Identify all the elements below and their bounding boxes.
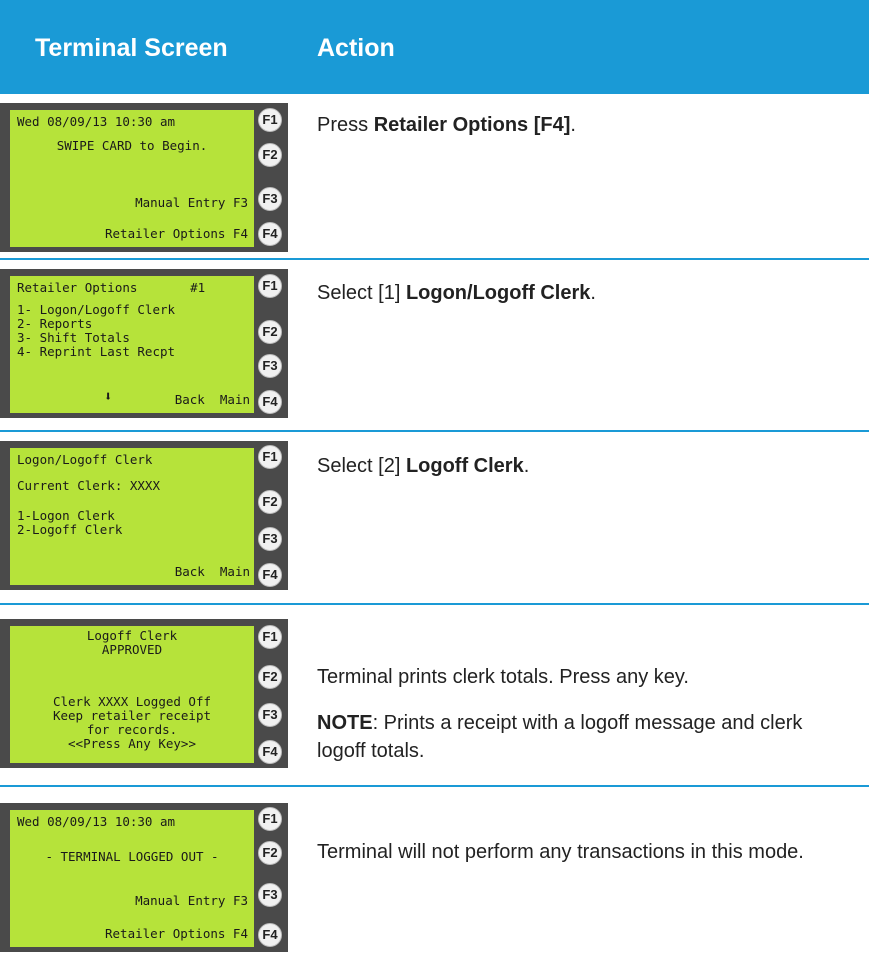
- lcd-line: Wed 08/09/13 10:30 am: [17, 814, 176, 829]
- action-prefix: Select [2]: [317, 455, 406, 477]
- action-prefix: Select [1]: [317, 282, 406, 304]
- action-text: Terminal will not perform any transactio…: [317, 838, 817, 866]
- f4-key[interactable]: F4: [258, 923, 282, 947]
- f3-key[interactable]: F3: [258, 703, 282, 727]
- action-emphasis: Logon/Logoff Clerk: [405, 282, 591, 304]
- lcd-line: Clerk XXXX Logged Off: [52, 694, 212, 709]
- step-row-3: Logon/Logoff Clerk Current Clerk: XXXX 1…: [0, 432, 869, 604]
- f1-key[interactable]: F1: [258, 625, 282, 649]
- lcd-line: Logoff Clerk: [86, 628, 178, 643]
- note-body: : Prints a receipt with a logoff message…: [317, 712, 803, 762]
- action-emphasis: Logoff Clerk: [405, 455, 524, 477]
- f2-key[interactable]: F2: [258, 490, 282, 514]
- f3-key[interactable]: F3: [258, 527, 282, 551]
- terminal-screen: Wed 08/09/13 10:30 am SWIPE CARD to Begi…: [0, 103, 288, 252]
- action-text: Terminal prints clerk totals. Press any …: [317, 663, 837, 691]
- lcd-line: Keep retailer receipt: [52, 708, 212, 723]
- lcd-line: Back Main: [174, 564, 250, 579]
- step-row-5: Wed 08/09/13 10:30 am - TERMINAL LOGGED …: [0, 787, 869, 960]
- f3-key[interactable]: F3: [258, 883, 282, 907]
- terminal-screen: Wed 08/09/13 10:30 am - TERMINAL LOGGED …: [0, 803, 288, 952]
- lcd-line: Logon/Logoff Clerk: [17, 452, 153, 467]
- table-header: Terminal Screen Action: [0, 0, 869, 94]
- action-prefix: Terminal will not perform any transactio…: [317, 841, 804, 863]
- lcd-line: 3- Shift Totals: [17, 330, 130, 345]
- action-suffix: .: [523, 455, 530, 477]
- f1-key[interactable]: F1: [258, 445, 282, 469]
- f4-key[interactable]: F4: [258, 222, 282, 246]
- column-header-action: Action: [317, 34, 395, 62]
- f2-key[interactable]: F2: [258, 841, 282, 865]
- note-label: NOTE: [317, 712, 373, 734]
- lcd-line: Manual Entry F3: [135, 195, 248, 210]
- lcd-line: Wed 08/09/13 10:30 am: [17, 114, 176, 129]
- lcd-line: Retailer Options #1: [17, 280, 206, 295]
- lcd-line: 1-Logon Clerk: [17, 508, 115, 523]
- lcd-display: Logoff Clerk APPROVED Clerk XXXX Logged …: [10, 626, 254, 763]
- lcd-line: 4- Reprint Last Recpt: [17, 344, 176, 359]
- note-text: NOTE: Prints a receipt with a logoff mes…: [317, 709, 837, 765]
- down-arrow-icon: ⬇: [104, 389, 113, 405]
- action-text: Press Retailer Options [F4].: [317, 111, 837, 139]
- action-prefix: Terminal prints clerk totals. Press any …: [317, 666, 689, 688]
- lcd-line: Retailer Options F4: [105, 226, 248, 241]
- lcd-line: 1- Logon/Logoff Clerk: [17, 302, 176, 317]
- f4-key[interactable]: F4: [258, 740, 282, 764]
- lcd-display: Logon/Logoff Clerk Current Clerk: XXXX 1…: [10, 448, 254, 585]
- action-text: Select [2] Logoff Clerk.: [317, 452, 837, 480]
- step-row-1: Wed 08/09/13 10:30 am SWIPE CARD to Begi…: [0, 94, 869, 260]
- f3-key[interactable]: F3: [258, 187, 282, 211]
- lcd-line: Back Main: [174, 392, 250, 407]
- lcd-line: <<Press Any Key>>: [68, 736, 196, 751]
- lcd-display: Wed 08/09/13 10:30 am - TERMINAL LOGGED …: [10, 810, 254, 947]
- f4-key[interactable]: F4: [258, 390, 282, 414]
- lcd-line: 2- Reports: [17, 316, 93, 331]
- lcd-line: SWIPE CARD to Begin.: [56, 138, 208, 153]
- lcd-line: APPROVED: [101, 642, 163, 657]
- lcd-line: 2-Logoff Clerk: [17, 522, 123, 537]
- lcd-display: Retailer Options #1 1- Logon/Logoff Cler…: [10, 276, 254, 413]
- lcd-line: Retailer Options F4: [105, 926, 248, 941]
- lcd-display: Wed 08/09/13 10:30 am SWIPE CARD to Begi…: [10, 110, 254, 247]
- step-row-2: Retailer Options #1 1- Logon/Logoff Cler…: [0, 260, 869, 432]
- action-prefix: Press: [317, 114, 374, 136]
- terminal-screen: Retailer Options #1 1- Logon/Logoff Cler…: [0, 269, 288, 418]
- action-suffix: .: [590, 282, 596, 304]
- lcd-line: - TERMINAL LOGGED OUT -: [45, 849, 219, 864]
- f2-key[interactable]: F2: [258, 143, 282, 167]
- action-suffix: .: [570, 114, 576, 136]
- f1-key[interactable]: F1: [258, 108, 282, 132]
- step-row-4: Logoff Clerk APPROVED Clerk XXXX Logged …: [0, 605, 869, 785]
- action-emphasis: Retailer Options [F4]: [373, 114, 571, 136]
- f3-key[interactable]: F3: [258, 354, 282, 378]
- f1-key[interactable]: F1: [258, 807, 282, 831]
- f2-key[interactable]: F2: [258, 665, 282, 689]
- terminal-screen: Logon/Logoff Clerk Current Clerk: XXXX 1…: [0, 441, 288, 590]
- column-header-terminal-screen: Terminal Screen: [35, 34, 228, 62]
- terminal-screen: Logoff Clerk APPROVED Clerk XXXX Logged …: [0, 619, 288, 768]
- f4-key[interactable]: F4: [258, 563, 282, 587]
- action-text: Select [1] Logon/Logoff Clerk.: [317, 279, 837, 307]
- f1-key[interactable]: F1: [258, 274, 282, 298]
- f2-key[interactable]: F2: [258, 320, 282, 344]
- lcd-line: for records.: [86, 722, 178, 737]
- lcd-line: Current Clerk: XXXX: [17, 478, 160, 493]
- lcd-line: Manual Entry F3: [135, 893, 248, 908]
